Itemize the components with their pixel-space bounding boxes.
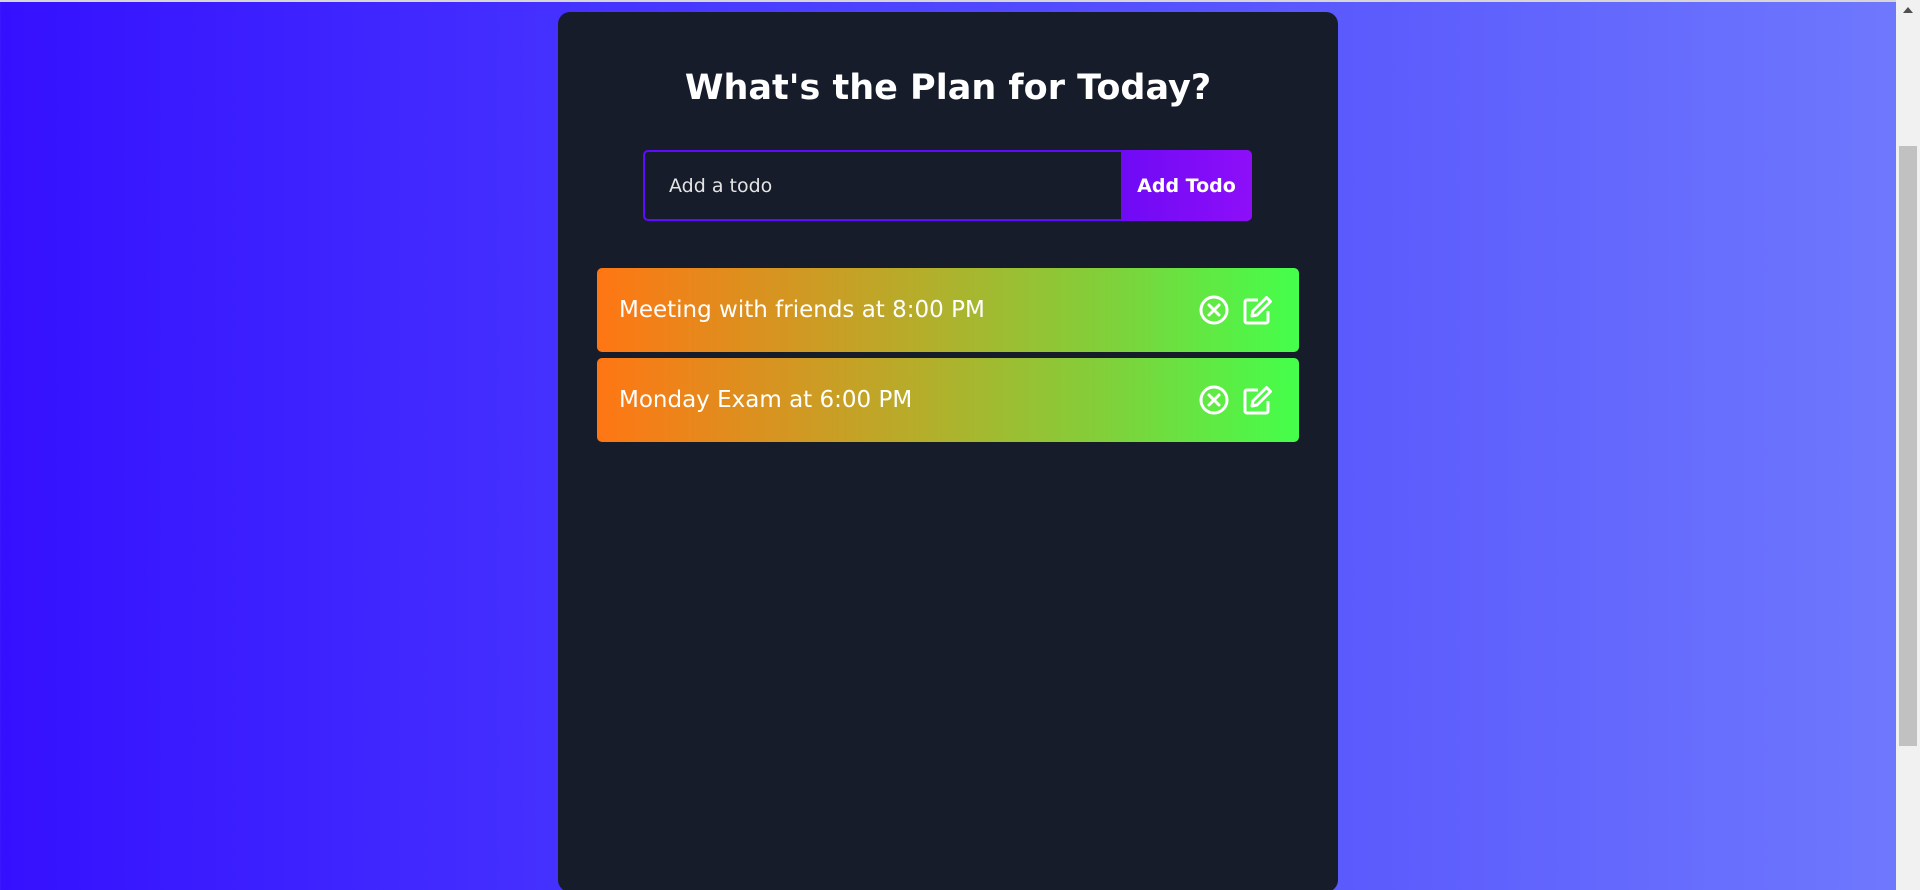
- scrollbar-thumb[interactable]: [1899, 146, 1917, 746]
- todo-input[interactable]: [643, 150, 1121, 221]
- todo-list: Meeting with friends at 8:00 PM Monday E…: [597, 268, 1299, 448]
- vertical-scrollbar[interactable]: [1896, 0, 1920, 890]
- todo-form: Add Todo: [643, 150, 1252, 221]
- todo-item: Monday Exam at 6:00 PM: [597, 358, 1299, 442]
- scroll-up-arrow-icon[interactable]: [1896, 0, 1920, 20]
- todo-item-text[interactable]: Meeting with friends at 8:00 PM: [619, 297, 1198, 323]
- todo-app-panel: What's the Plan for Today? Add Todo Meet…: [558, 12, 1338, 890]
- edit-icon[interactable]: [1242, 384, 1274, 416]
- close-circle-icon[interactable]: [1198, 294, 1230, 326]
- add-todo-button[interactable]: Add Todo: [1121, 150, 1252, 221]
- page-title: What's the Plan for Today?: [684, 68, 1212, 108]
- todo-item-actions: [1198, 384, 1274, 416]
- close-circle-icon[interactable]: [1198, 384, 1230, 416]
- window-top-border: [0, 0, 1896, 2]
- edit-icon[interactable]: [1242, 294, 1274, 326]
- todo-item: Meeting with friends at 8:00 PM: [597, 268, 1299, 352]
- todo-item-text[interactable]: Monday Exam at 6:00 PM: [619, 387, 1198, 413]
- todo-item-actions: [1198, 294, 1274, 326]
